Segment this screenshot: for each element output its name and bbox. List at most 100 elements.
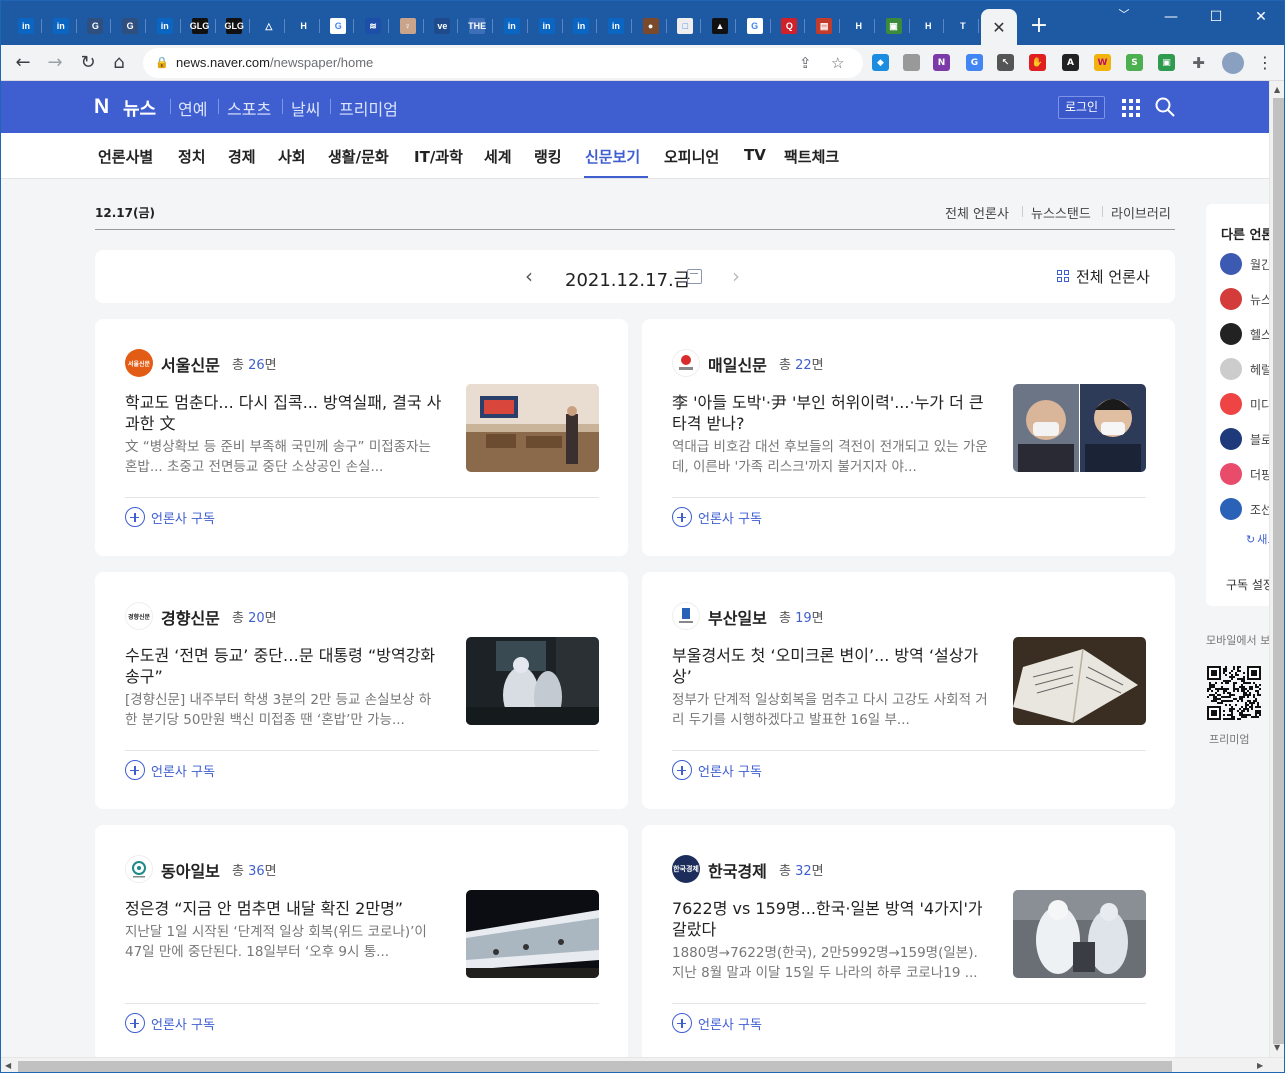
current-date[interactable]: 2021.12.17.금 <box>565 266 690 292</box>
press-name[interactable]: 한국경제 <box>708 858 767 882</box>
headline-link[interactable]: 학교도 멈춘다... 다시 집콕... 방역실패, 결국 사과한 文 <box>125 392 445 434</box>
browser-tab[interactable]: ▤ <box>808 9 841 43</box>
category-newspaper[interactable]: 신문보기 <box>585 146 640 167</box>
horizontal-scroll-thumb[interactable] <box>18 1061 1172 1072</box>
extension-w-icon[interactable]: W <box>1094 54 1111 71</box>
new-tab-button[interactable]: + <box>1027 14 1051 38</box>
extension-s-icon[interactable]: S <box>1126 54 1143 71</box>
browser-tab[interactable]: H <box>912 9 945 43</box>
category-by-press[interactable]: 언론사별 <box>98 146 153 167</box>
browser-tab[interactable]: in <box>496 9 528 43</box>
scroll-up-icon[interactable]: ▲ <box>1274 85 1280 94</box>
browser-tab[interactable]: H <box>843 9 875 43</box>
headline-thumbnail[interactable] <box>466 384 599 472</box>
browser-tab[interactable]: in <box>600 9 632 43</box>
scroll-left-icon[interactable]: ◀ <box>5 1061 11 1070</box>
scroll-down-icon[interactable]: ▼ <box>1274 1043 1280 1052</box>
extension-cursor-icon[interactable]: ↖ <box>997 54 1014 71</box>
press-logo[interactable] <box>125 855 153 883</box>
vertical-scrollbar[interactable]: ▲ ▼ <box>1269 81 1284 1057</box>
press-logo[interactable] <box>672 602 700 630</box>
all-press-button[interactable]: 전체 언론사 <box>1076 266 1150 287</box>
browser-tab[interactable]: Q <box>773 9 806 43</box>
browser-tab[interactable]: □ <box>669 9 702 43</box>
headline-thumbnail[interactable] <box>466 637 599 725</box>
headline-link[interactable]: 수도권 ‘전면 등교’ 중단…문 대통령 “방역강화 송구” <box>125 645 445 687</box>
grid-view-icon[interactable] <box>1057 270 1070 283</box>
browser-tab[interactable]: ≋ <box>357 9 389 43</box>
subscribe-button[interactable]: 언론사 구독 <box>125 506 215 528</box>
category-opinion[interactable]: 오피니언 <box>664 146 719 167</box>
press-name[interactable]: 경향신문 <box>161 605 220 629</box>
close-tab-icon[interactable]: ✕ <box>992 18 1005 37</box>
lock-icon[interactable]: 🔒 <box>155 56 169 69</box>
premium-label[interactable]: 프리미엄 <box>1209 731 1249 747</box>
extension-translate-icon[interactable]: G <box>966 54 983 71</box>
headline-summary[interactable]: 지난달 1일 시작된 ‘단계적 일상 회복(위드 코로나)’이 47일 만에 중… <box>125 922 443 962</box>
headline-thumbnail[interactable] <box>1013 890 1146 978</box>
browser-tab[interactable]: THE <box>461 9 494 43</box>
category-world[interactable]: 세계 <box>484 146 512 167</box>
login-button[interactable]: 로그인 <box>1058 96 1105 119</box>
extensions-puzzle-icon[interactable]: ✚ <box>1190 54 1207 72</box>
naver-logo[interactable]: N <box>94 95 109 119</box>
prev-date-button[interactable]: ‹ <box>525 264 533 288</box>
extension-hand-icon[interactable]: ✋ <box>1029 54 1046 71</box>
tab-search-icon[interactable]: ﹀ <box>1112 5 1136 25</box>
close-window-button[interactable]: ✕ <box>1249 7 1273 27</box>
browser-tab[interactable]: in <box>531 9 563 43</box>
extension-a-icon[interactable]: A <box>1062 54 1079 71</box>
link-newsstand[interactable]: 뉴스스탠드 <box>1031 203 1091 222</box>
headline-link[interactable]: 李 '아들 도박'·尹 '부인 허위이력'...·누가 더 큰 타격 받나? <box>672 392 992 434</box>
category-tv[interactable]: TV <box>744 146 766 164</box>
category-life-culture[interactable]: 생활/문화 <box>328 146 389 167</box>
category-politics[interactable]: 정치 <box>178 146 206 167</box>
browser-tab[interactable]: in <box>45 9 77 43</box>
headline-link[interactable]: 정은경 “지금 안 멈추면 내달 확진 2만명” <box>125 898 445 919</box>
press-logo[interactable] <box>672 349 700 377</box>
home-button[interactable]: ⌂ <box>107 51 131 75</box>
browser-tab[interactable]: GLG <box>218 9 251 43</box>
headline-thumbnail[interactable] <box>1013 637 1146 725</box>
headline-summary[interactable]: 역대급 비호감 대선 후보들의 격전이 전개되고 있는 가운데, 이른바 '가족… <box>672 437 990 477</box>
apps-grid-icon[interactable] <box>1122 99 1140 117</box>
news-title[interactable]: 뉴스 <box>123 95 156 121</box>
headline-summary[interactable]: [경향신문] 내주부터 학생 3분의 2만 등교 손실보상 하한 분기당 50만… <box>125 690 443 730</box>
share-icon[interactable]: ⇪ <box>799 54 812 72</box>
press-name[interactable]: 부산일보 <box>708 605 767 629</box>
headline-link[interactable]: 7622명 vs 159명...한국·일본 방역 '4가지'가 갈랐다 <box>672 898 992 940</box>
category-factcheck[interactable]: 팩트체크 <box>784 146 839 167</box>
gnb-premium[interactable]: 프리미엄 <box>339 96 398 120</box>
browser-tab[interactable]: in <box>149 9 181 43</box>
reload-button[interactable]: ↻ <box>76 51 100 75</box>
extension-onenote-icon[interactable]: N <box>933 54 950 71</box>
browser-tab[interactable]: G <box>79 9 112 43</box>
browser-tab[interactable]: ▲ <box>704 9 736 43</box>
active-tab[interactable]: ✕ <box>981 9 1017 45</box>
subscribe-button[interactable]: 언론사 구독 <box>672 506 762 528</box>
browser-tab[interactable]: △ <box>253 9 285 43</box>
maximize-button[interactable]: ☐ <box>1204 7 1228 27</box>
browser-tab[interactable]: in <box>10 9 42 43</box>
category-it-science[interactable]: IT/과학 <box>414 146 463 167</box>
press-name[interactable]: 매일신문 <box>708 352 767 376</box>
headline-thumbnail[interactable] <box>466 890 599 978</box>
browser-tab[interactable]: ● <box>635 9 667 43</box>
extension-gray-icon[interactable] <box>903 54 920 71</box>
next-date-button[interactable]: › <box>732 264 740 288</box>
horizontal-scrollbar[interactable]: ◀ ▶ <box>1 1057 1284 1072</box>
category-society[interactable]: 사회 <box>278 146 306 167</box>
minimize-button[interactable]: — <box>1159 7 1183 27</box>
extension-diamond-icon[interactable]: ◆ <box>872 54 889 71</box>
qr-code[interactable] <box>1207 666 1261 720</box>
press-logo[interactable]: 한국경제 <box>672 855 700 883</box>
gnb-weather[interactable]: 날씨 <box>291 96 320 120</box>
gnb-sports[interactable]: 스포츠 <box>227 96 271 120</box>
press-name[interactable]: 동아일보 <box>161 858 220 882</box>
subscribe-settings-button[interactable]: 구독 설정 <box>1226 576 1274 593</box>
back-button[interactable]: ← <box>11 51 35 75</box>
browser-tab[interactable]: T <box>947 9 979 43</box>
browser-tab[interactable]: G <box>739 9 771 43</box>
search-icon[interactable] <box>1155 97 1175 117</box>
browser-tab[interactable]: ▣ <box>878 9 910 43</box>
